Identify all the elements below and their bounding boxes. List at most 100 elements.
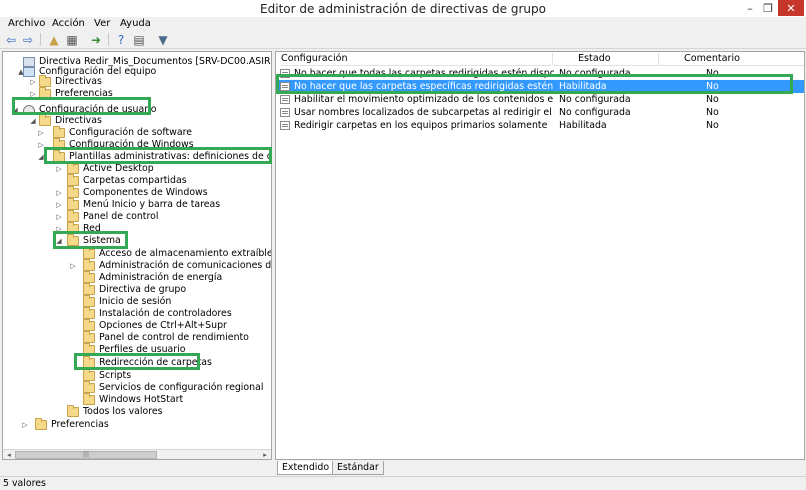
tree-item-label: Instalación de controladores — [99, 308, 232, 319]
tree-item[interactable]: Redirección de carpetas — [3, 356, 271, 369]
expand-arrow-icon[interactable]: ▷ — [55, 163, 63, 175]
setting-state: No configurada — [559, 94, 631, 105]
menu-bar: Archivo Acción Ver Ayuda — [0, 17, 806, 31]
title-bar: Editor de administración de directivas d… — [0, 0, 806, 18]
tree-item-label: Plantillas administrativas: definiciones… — [69, 151, 271, 162]
tree-item-label: Administración de energía — [99, 272, 223, 283]
user-icon — [23, 105, 35, 115]
setting-row[interactable]: No hacer que todas las carpetas redirigi… — [276, 67, 804, 80]
tree-item[interactable]: ◢ Directivas — [3, 114, 271, 127]
setting-row[interactable]: Redirigir carpetas en los equipos primar… — [276, 119, 804, 132]
column-header-config[interactable]: Configuración — [281, 52, 551, 66]
expand-arrow-icon[interactable]: ▷ — [21, 419, 29, 431]
minimize-button[interactable]: – — [740, 0, 760, 16]
filter-icon[interactable]: ▼ — [155, 32, 171, 48]
tree-item[interactable]: ◢ Plantillas administrativas: definicione… — [3, 150, 271, 163]
tree-item[interactable]: ▷ Preferencias — [3, 87, 271, 100]
setting-state: No configurada — [559, 107, 631, 118]
expand-arrow-icon[interactable]: ▷ — [29, 76, 37, 88]
column-divider[interactable] — [658, 53, 659, 65]
menu-ver[interactable]: Ver — [92, 17, 112, 31]
tree-item[interactable]: Inicio de sesión — [3, 295, 271, 308]
expand-arrow-icon[interactable]: ▷ — [55, 187, 63, 199]
expand-arrow-icon[interactable]: ▷ — [55, 199, 63, 211]
tree-item[interactable]: ▷ Configuración de Windows — [3, 138, 271, 151]
folder-icon — [35, 418, 47, 430]
tree-item[interactable]: ▷ Panel de control — [3, 210, 271, 223]
show-hide-tree-icon[interactable]: ▦ — [64, 32, 80, 48]
folder-icon — [83, 319, 95, 331]
expand-arrow-icon[interactable]: ▷ — [29, 88, 37, 100]
menu-archivo[interactable]: Archivo — [6, 17, 47, 31]
tree-item[interactable]: Acceso de almacenamiento extraíble — [3, 247, 271, 260]
expand-arrow-icon[interactable]: ▷ — [37, 139, 45, 151]
folder-icon — [83, 307, 95, 319]
tree-item[interactable]: Carpetas compartidas — [3, 174, 271, 187]
expand-arrow-icon[interactable]: ◢ — [55, 235, 63, 247]
column-header-comment[interactable]: Comentario — [660, 52, 804, 66]
tree-item-label: Red — [83, 223, 101, 234]
tab-estandar[interactable]: Estándar — [332, 461, 384, 475]
tree-item[interactable]: Directiva de grupo — [3, 283, 271, 296]
tree-item[interactable]: ▷ Administración de comunicaciones de Int… — [3, 259, 271, 272]
tree-item[interactable]: Todos los valores — [3, 405, 271, 418]
export-list-icon[interactable]: ➜ — [88, 32, 104, 48]
scroll-thumb[interactable]: ||| — [15, 451, 157, 459]
tree-item-label: Servicios de configuración regional — [99, 382, 264, 393]
tree-horizontal-scrollbar[interactable]: ◂ ||| ▸ — [3, 449, 271, 459]
scroll-left-icon[interactable]: ◂ — [3, 450, 15, 459]
tree-item[interactable]: ▷ Componentes de Windows — [3, 186, 271, 199]
expand-arrow-icon[interactable]: ▷ — [69, 260, 77, 272]
tree-item[interactable]: Opciones de Ctrl+Alt+Supr — [3, 319, 271, 332]
tree-item[interactable]: ▷ Active Desktop — [3, 162, 271, 175]
up-folder-icon[interactable]: ▲ — [46, 32, 62, 48]
forward-icon[interactable]: ⇨ — [20, 32, 36, 48]
tree-item[interactable]: Panel de control de rendimiento — [3, 331, 271, 344]
folder-icon — [39, 114, 51, 126]
tree-item[interactable]: ◢ Sistema — [3, 234, 271, 247]
help-icon[interactable]: ? — [113, 32, 129, 48]
folder-icon — [83, 259, 95, 271]
setting-state: No configurada — [559, 68, 631, 79]
folder-icon — [53, 138, 65, 150]
folder-icon — [67, 210, 79, 222]
tree-item[interactable]: Scripts — [3, 369, 271, 382]
setting-config: No hacer que todas las carpetas redirigi… — [294, 68, 554, 79]
tree-item[interactable]: Administración de energía — [3, 271, 271, 284]
tab-extendido[interactable]: Extendido — [277, 461, 335, 475]
setting-config: Redirigir carpetas en los equipos primar… — [294, 120, 548, 131]
tree-item-label: Opciones de Ctrl+Alt+Supr — [99, 320, 227, 331]
folder-icon — [83, 295, 95, 307]
expand-arrow-icon[interactable]: ▷ — [55, 211, 63, 223]
tree-item[interactable]: Perfiles de usuario — [3, 343, 271, 356]
setting-row[interactable]: Habilitar el movimiento optimizado de lo… — [276, 93, 804, 106]
expand-arrow-icon[interactable]: ▷ — [37, 127, 45, 139]
tree-item[interactable]: ▷ Configuración de software — [3, 126, 271, 139]
folder-icon — [83, 393, 95, 405]
column-header-comment-label: Comentario — [684, 53, 741, 64]
setting-row[interactable]: No hacer que las carpetas específicas re… — [276, 80, 804, 93]
tree-item[interactable]: ▷ Red — [3, 222, 271, 235]
folder-icon — [83, 381, 95, 393]
folder-icon — [67, 162, 79, 174]
tree-item[interactable]: Servicios de configuración regional — [3, 381, 271, 394]
tree-item[interactable]: ▷ Preferencias — [3, 418, 271, 431]
close-button[interactable]: ✕ — [778, 0, 804, 16]
tree-item[interactable]: ▷ Menú Inicio y barra de tareas — [3, 198, 271, 211]
properties-icon[interactable]: ▤ — [131, 32, 147, 48]
tree-item[interactable]: Instalación de controladores — [3, 307, 271, 320]
expand-arrow-icon[interactable]: ▷ — [55, 223, 63, 235]
menu-ayuda[interactable]: Ayuda — [118, 17, 153, 31]
tree-item-label: Todos los valores — [83, 406, 163, 417]
column-divider[interactable] — [552, 53, 553, 65]
tree-item-label: Directivas — [55, 76, 102, 87]
maximize-button[interactable]: ❐ — [758, 0, 778, 16]
setting-row[interactable]: Usar nombres localizados de subcarpetas … — [276, 106, 804, 119]
expand-arrow-icon[interactable]: ◢ — [29, 115, 37, 127]
setting-state: Habilitada — [559, 81, 607, 92]
expand-arrow-icon[interactable]: ◢ — [37, 151, 45, 163]
scroll-right-icon[interactable]: ▸ — [259, 450, 271, 459]
menu-accion[interactable]: Acción — [50, 17, 87, 31]
tree-item[interactable]: Windows HotStart — [3, 393, 271, 406]
back-icon[interactable]: ⇦ — [3, 32, 19, 48]
